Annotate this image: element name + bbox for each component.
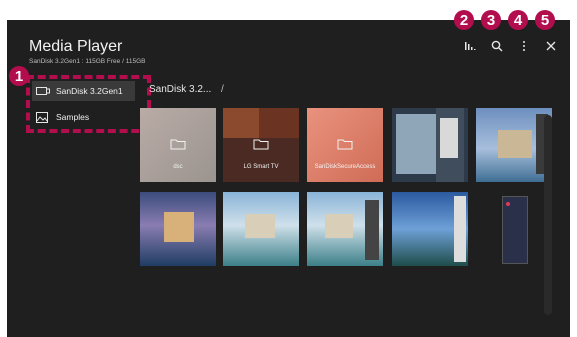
close-icon <box>546 41 556 51</box>
callout-badge-3: 3 <box>481 10 501 30</box>
breadcrumb[interactable]: SanDisk 3.2... <box>149 84 211 95</box>
page-title: Media Player <box>29 38 123 55</box>
sidebar-item-samples[interactable]: Samples <box>32 107 135 127</box>
search-button[interactable] <box>489 38 505 54</box>
storage-info: SanDisk 3.2Gen1 : 115GB Free / 115GB <box>29 58 146 65</box>
image-thumbnail[interactable] <box>476 192 552 266</box>
callout-badge-4: 4 <box>508 10 528 30</box>
media-player-screen: Media Player SanDisk 3.2Gen1 : 115GB Fre… <box>7 10 570 337</box>
image-thumbnail[interactable] <box>307 192 383 266</box>
folder-icon <box>170 139 186 150</box>
breadcrumb-separator: / <box>221 84 224 95</box>
folder-tile[interactable]: dsc <box>140 108 216 182</box>
sidebar-item-label: Samples <box>56 112 90 122</box>
sidebar-item-label: SanDisk 3.2Gen1 <box>56 86 123 96</box>
callout-badge-5: 5 <box>535 10 555 30</box>
callout-badge-2: 2 <box>454 10 474 30</box>
close-button[interactable] <box>543 38 559 54</box>
sort-icon <box>465 42 476 50</box>
image-thumbnail[interactable] <box>392 108 468 182</box>
image-thumbnail[interactable] <box>392 192 468 266</box>
folder-tile[interactable]: LG Smart TV <box>223 108 299 182</box>
more-icon <box>523 41 525 51</box>
folder-name: dsc <box>173 164 183 170</box>
image-thumbnail[interactable] <box>223 192 299 266</box>
folder-icon <box>337 139 353 150</box>
folder-name: SanDiskSecureAccess <box>314 164 376 170</box>
scrollbar[interactable] <box>544 115 552 315</box>
usb-drive-icon <box>36 87 50 95</box>
more-button[interactable] <box>516 38 532 54</box>
search-icon <box>491 40 503 52</box>
image-thumbnail[interactable] <box>476 108 552 182</box>
sidebar-item-sandisk[interactable]: SanDisk 3.2Gen1 <box>32 81 135 101</box>
image-icon <box>36 111 50 123</box>
callout-badge-1: 1 <box>9 66 29 86</box>
image-thumbnail[interactable] <box>140 192 216 266</box>
folder-icon <box>253 139 269 150</box>
sort-button[interactable] <box>462 38 478 54</box>
folder-name: LG Smart TV <box>243 164 279 170</box>
folder-tile[interactable]: SanDiskSecureAccess <box>307 108 383 182</box>
